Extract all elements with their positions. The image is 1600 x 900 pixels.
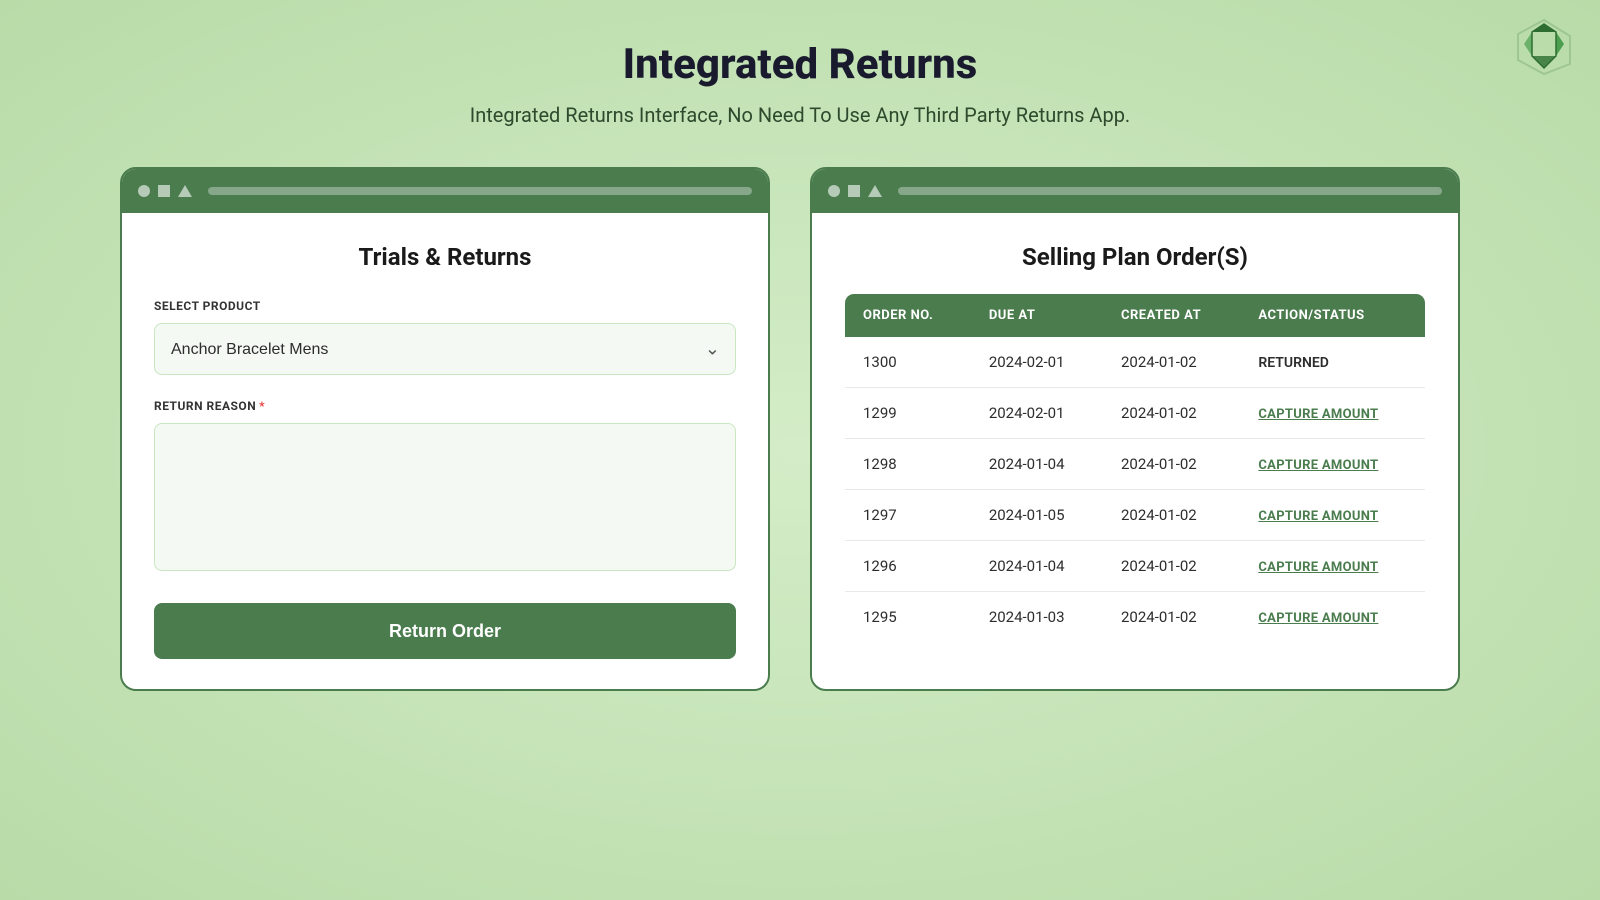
select-product-field: SELECT PRODUCT Anchor Bracelet Mens Silv…	[154, 299, 736, 375]
select-label: SELECT PRODUCT	[154, 299, 736, 313]
capture-amount-link[interactable]: CAPTURE AMOUNT	[1258, 611, 1378, 626]
action-status-cell: CAPTURE AMOUNT	[1240, 592, 1425, 643]
table-row: 1295 2024-01-03 2024-01-02 CAPTURE AMOUN…	[845, 592, 1426, 643]
titlebar-dot	[138, 185, 150, 197]
capture-amount-link[interactable]: CAPTURE AMOUNT	[1258, 458, 1378, 473]
due-at-cell: 2024-01-04	[971, 541, 1103, 592]
capture-amount-link[interactable]: CAPTURE AMOUNT	[1258, 509, 1378, 524]
product-select[interactable]: Anchor Bracelet Mens Silver Ring Womens …	[154, 323, 736, 375]
action-status-cell: RETURNED	[1240, 337, 1425, 388]
select-wrapper: Anchor Bracelet Mens Silver Ring Womens …	[154, 323, 736, 375]
titlebar-rect-r	[848, 185, 860, 197]
table-header: ORDER NO. DUE AT CREATED AT ACTION/STATU…	[845, 294, 1426, 338]
action-status-cell: CAPTURE AMOUNT	[1240, 388, 1425, 439]
col-header-action-status: ACTION/STATUS	[1240, 294, 1425, 338]
order-no-cell: 1295	[845, 592, 971, 643]
due-at-cell: 2024-02-01	[971, 337, 1103, 388]
panels-container: Trials & Returns SELECT PRODUCT Anchor B…	[120, 167, 1480, 691]
orders-table: ORDER NO. DUE AT CREATED AT ACTION/STATU…	[844, 293, 1426, 643]
table-row: 1298 2024-01-04 2024-01-02 CAPTURE AMOUN…	[845, 439, 1426, 490]
left-titlebar	[122, 169, 768, 213]
created-at-cell: 2024-01-02	[1103, 490, 1240, 541]
order-no-cell: 1299	[845, 388, 971, 439]
logo	[1512, 16, 1576, 84]
table-row: 1297 2024-01-05 2024-01-02 CAPTURE AMOUN…	[845, 490, 1426, 541]
right-titlebar	[812, 169, 1458, 213]
required-indicator: *	[259, 399, 265, 413]
due-at-cell: 2024-01-04	[971, 439, 1103, 490]
returned-status: RETURNED	[1258, 355, 1329, 371]
col-header-order-no: ORDER NO.	[845, 294, 971, 338]
due-at-cell: 2024-01-05	[971, 490, 1103, 541]
trials-returns-panel: Trials & Returns SELECT PRODUCT Anchor B…	[120, 167, 770, 691]
titlebar-dot-r	[828, 185, 840, 197]
right-panel-title: Selling Plan Order(S)	[844, 243, 1426, 271]
created-at-cell: 2024-01-02	[1103, 592, 1240, 643]
titlebar-rect	[158, 185, 170, 197]
col-header-created-at: CREATED AT	[1103, 294, 1240, 338]
action-status-cell: CAPTURE AMOUNT	[1240, 490, 1425, 541]
created-at-cell: 2024-01-02	[1103, 541, 1240, 592]
order-no-cell: 1296	[845, 541, 971, 592]
right-panel-content: Selling Plan Order(S) ORDER NO. DUE AT C…	[812, 213, 1458, 673]
return-reason-field: RETURN REASON*	[154, 399, 736, 603]
created-at-cell: 2024-01-02	[1103, 439, 1240, 490]
titlebar-bar-r	[898, 187, 1442, 195]
return-reason-textarea[interactable]	[154, 423, 736, 571]
left-panel-content: Trials & Returns SELECT PRODUCT Anchor B…	[122, 213, 768, 689]
col-header-due-at: DUE AT	[971, 294, 1103, 338]
created-at-cell: 2024-01-02	[1103, 337, 1240, 388]
order-no-cell: 1298	[845, 439, 971, 490]
table-row: 1296 2024-01-04 2024-01-02 CAPTURE AMOUN…	[845, 541, 1426, 592]
return-order-button[interactable]: Return Order	[154, 603, 736, 659]
page-subtitle: Integrated Returns Interface, No Need To…	[470, 103, 1130, 127]
action-status-cell: CAPTURE AMOUNT	[1240, 439, 1425, 490]
order-no-cell: 1297	[845, 490, 971, 541]
table-body: 1300 2024-02-01 2024-01-02 RETURNED 1299…	[845, 337, 1426, 643]
due-at-cell: 2024-02-01	[971, 388, 1103, 439]
return-reason-label: RETURN REASON*	[154, 399, 736, 413]
titlebar-tri-r	[868, 185, 882, 197]
selling-plan-panel: Selling Plan Order(S) ORDER NO. DUE AT C…	[810, 167, 1460, 691]
page-title: Integrated Returns	[470, 40, 1130, 89]
titlebar-bar	[208, 187, 752, 195]
created-at-cell: 2024-01-02	[1103, 388, 1240, 439]
capture-amount-link[interactable]: CAPTURE AMOUNT	[1258, 560, 1378, 575]
titlebar-tri	[178, 185, 192, 197]
table-row: 1300 2024-02-01 2024-01-02 RETURNED	[845, 337, 1426, 388]
table-header-row: ORDER NO. DUE AT CREATED AT ACTION/STATU…	[845, 294, 1426, 338]
due-at-cell: 2024-01-03	[971, 592, 1103, 643]
left-panel-title: Trials & Returns	[154, 243, 736, 271]
action-status-cell: CAPTURE AMOUNT	[1240, 541, 1425, 592]
table-row: 1299 2024-02-01 2024-01-02 CAPTURE AMOUN…	[845, 388, 1426, 439]
page-header: Integrated Returns Integrated Returns In…	[470, 40, 1130, 127]
capture-amount-link[interactable]: CAPTURE AMOUNT	[1258, 407, 1378, 422]
order-no-cell: 1300	[845, 337, 971, 388]
